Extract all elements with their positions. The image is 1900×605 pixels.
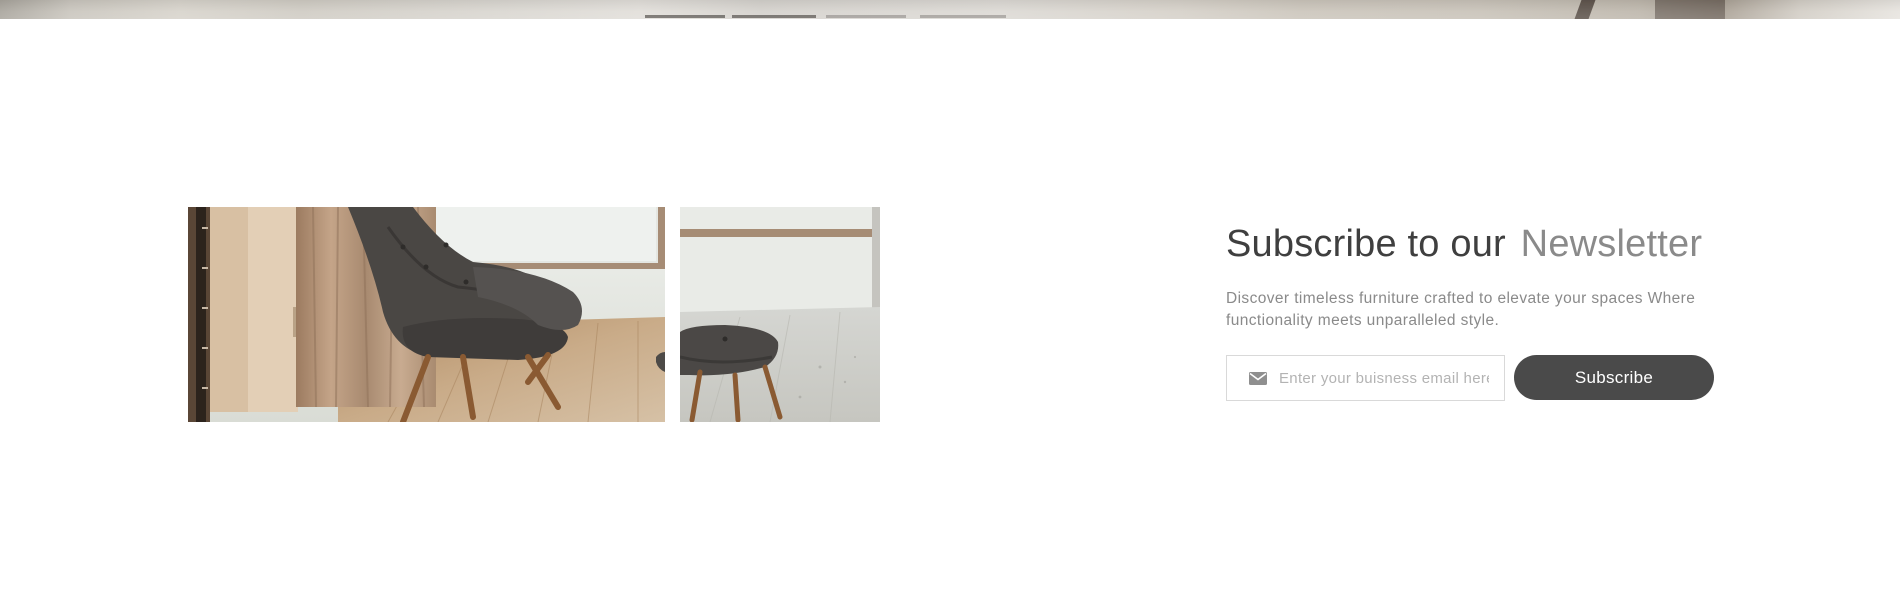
email-field[interactable] [1226, 355, 1505, 401]
subscribe-button[interactable]: Subscribe [1514, 355, 1714, 400]
email-input[interactable] [1279, 369, 1489, 387]
page: Subscribe to our Newsletter Discover tim… [0, 0, 1900, 605]
newsletter-title-accent: Newsletter [1520, 223, 1703, 265]
subscribe-form: Subscribe [1226, 355, 1714, 401]
newsletter-title-main: Subscribe to our [1226, 223, 1506, 265]
newsletter-title: Subscribe to our Newsletter [1226, 216, 1746, 272]
chair-illustration [188, 207, 665, 422]
newsletter-section: Subscribe to our Newsletter Discover tim… [1226, 216, 1746, 401]
stool-image [680, 207, 880, 422]
mail-icon [1249, 371, 1267, 385]
hero-image-strip [0, 0, 1900, 19]
stool-illustration [680, 207, 880, 422]
newsletter-description: Discover timeless furniture crafted to e… [1226, 290, 1696, 329]
chair-image [188, 207, 665, 422]
